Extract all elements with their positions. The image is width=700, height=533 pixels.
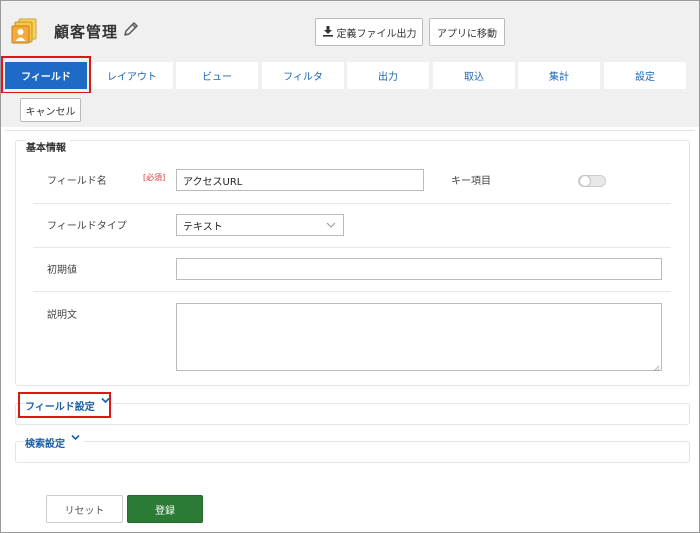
initial-value-label: 初期値 bbox=[47, 265, 77, 276]
field-type-select[interactable]: テキスト bbox=[176, 214, 344, 236]
key-item-label: キー項目 bbox=[451, 176, 491, 187]
tab-highlight-box bbox=[1, 56, 91, 94]
toggle-knob bbox=[579, 175, 591, 187]
app-title: 顧客管理 bbox=[54, 23, 119, 41]
row-divider bbox=[33, 203, 671, 204]
description-label: 説明文 bbox=[47, 310, 77, 321]
export-definition-label: 定義ファイル出力 bbox=[336, 28, 417, 40]
initial-value-input[interactable] bbox=[176, 258, 662, 280]
tab-view[interactable]: ビュー bbox=[176, 62, 258, 89]
row-divider bbox=[33, 291, 671, 292]
field-name-input[interactable]: アクセスURL bbox=[176, 169, 424, 191]
cancel-button[interactable]: キャンセル bbox=[20, 98, 81, 122]
pencil-icon[interactable] bbox=[122, 20, 140, 38]
search-settings-title: 検索設定 bbox=[25, 439, 65, 450]
register-button[interactable]: 登録 bbox=[127, 495, 203, 523]
chevron-down-icon bbox=[326, 221, 336, 229]
download-icon bbox=[322, 25, 334, 40]
tab-output[interactable]: 出力 bbox=[347, 62, 429, 89]
tab-aggregate[interactable]: 集計 bbox=[518, 62, 600, 89]
basic-info-title: 基本情報 bbox=[26, 139, 70, 154]
key-item-toggle[interactable] bbox=[578, 175, 606, 187]
tab-settings[interactable]: 設定 bbox=[604, 62, 686, 89]
reset-button[interactable]: リセット bbox=[46, 495, 123, 523]
tab-filter[interactable]: フィルタ bbox=[262, 62, 344, 89]
field-settings-highlight-box bbox=[18, 392, 111, 418]
field-type-value: テキスト bbox=[183, 221, 223, 233]
action-bar: キャンセル bbox=[1, 93, 699, 127]
search-settings-toggle[interactable]: 検索設定 bbox=[25, 433, 84, 450]
contacts-folder-icon bbox=[11, 18, 39, 44]
move-to-app-button[interactable]: アプリに移動 bbox=[429, 18, 505, 46]
tab-import[interactable]: 取込 bbox=[433, 62, 515, 89]
header: 顧客管理 定義ファイル出力 アプリに移動 bbox=[1, 1, 699, 57]
field-name-label: フィールド名 bbox=[47, 176, 107, 187]
required-badge: [必須] bbox=[143, 173, 166, 182]
field-type-label: フィールドタイプ bbox=[47, 221, 127, 232]
tab-bar: フィールド レイアウト ビュー フィルタ 出力 取込 集計 設定 bbox=[1, 57, 699, 93]
row-divider bbox=[33, 247, 671, 248]
field-settings-section bbox=[15, 403, 690, 425]
description-textarea[interactable] bbox=[176, 303, 662, 372]
search-settings-section bbox=[15, 441, 690, 463]
tab-layout[interactable]: レイアウト bbox=[91, 62, 173, 89]
export-definition-button[interactable]: 定義ファイル出力 bbox=[315, 18, 423, 46]
chevron-down-icon bbox=[71, 433, 80, 444]
resize-handle-icon[interactable] bbox=[653, 362, 660, 372]
field-name-value: アクセスURL bbox=[183, 176, 243, 188]
